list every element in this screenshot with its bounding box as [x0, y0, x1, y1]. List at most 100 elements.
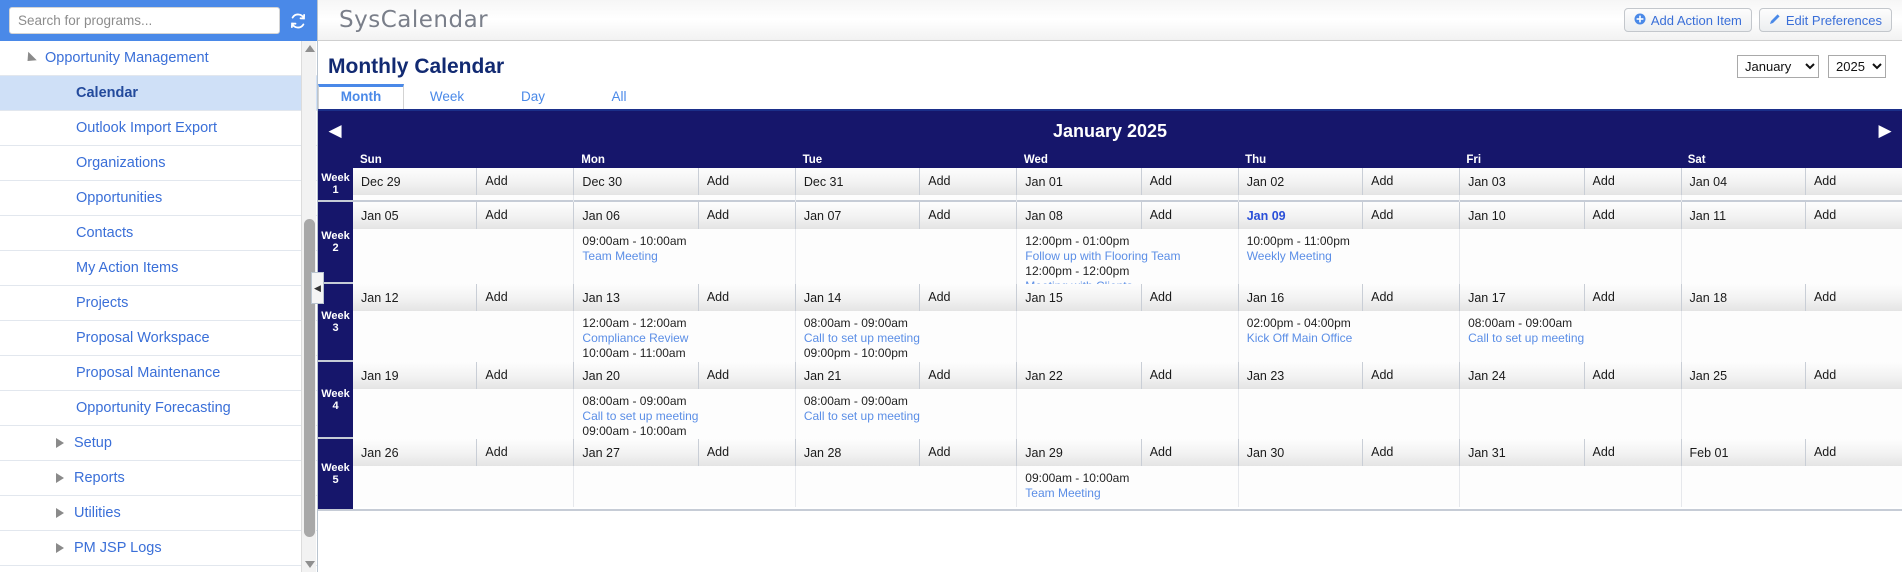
date-label[interactable]: Jan 02 [1239, 175, 1362, 189]
date-label-today[interactable]: Jan 09 [1239, 209, 1362, 223]
sidebar-item-setup[interactable]: Setup [0, 426, 317, 461]
add-event-link[interactable]: Add [1804, 439, 1902, 466]
sidebar-item-my-action-items[interactable]: My Action Items [0, 251, 317, 286]
date-label[interactable]: Jan 04 [1682, 175, 1805, 189]
sidebar-item-utilities[interactable]: Utilities [0, 496, 317, 531]
event-title-link[interactable]: Team Meeting [1025, 486, 1231, 501]
sidebar-item-opportunity-management[interactable]: Opportunity Management [0, 41, 317, 76]
add-event-link[interactable]: Add [476, 362, 573, 389]
edit-preferences-button[interactable]: Edit Preferences [1758, 8, 1892, 32]
date-label[interactable]: Jan 07 [796, 209, 919, 223]
add-event-link[interactable]: Add [1362, 168, 1459, 195]
add-event-link[interactable]: Add [1583, 439, 1681, 466]
sidebar-item-calendar[interactable]: Calendar [0, 76, 317, 111]
date-label[interactable]: Jan 24 [1460, 369, 1583, 383]
add-event-link[interactable]: Add [697, 202, 795, 229]
add-event-link[interactable]: Add [919, 168, 1016, 195]
add-event-link[interactable]: Add [1362, 202, 1459, 229]
date-label[interactable]: Jan 26 [353, 446, 476, 460]
date-label[interactable]: Dec 30 [574, 175, 697, 189]
date-label[interactable]: Feb 01 [1682, 446, 1805, 460]
scroll-down-arrow-icon[interactable] [302, 557, 317, 572]
date-label[interactable]: Jan 30 [1239, 446, 1362, 460]
add-event-link[interactable]: Add [1140, 284, 1238, 311]
sidebar-item-proposal-maintenance[interactable]: Proposal Maintenance [0, 356, 317, 391]
event-title-link[interactable]: Compliance Review [582, 331, 788, 346]
date-label[interactable]: Jan 20 [574, 369, 697, 383]
search-input[interactable] [9, 7, 280, 34]
date-label[interactable]: Jan 01 [1017, 175, 1140, 189]
date-label[interactable]: Dec 31 [796, 175, 919, 189]
date-label[interactable]: Jan 13 [574, 291, 697, 305]
event-title-link[interactable]: Call to set up meeting [804, 409, 1010, 424]
date-label[interactable]: Jan 16 [1239, 291, 1362, 305]
prev-month-arrow-icon[interactable]: ◀ [318, 121, 352, 141]
sidebar-item-opportunities[interactable]: Opportunities [0, 181, 317, 216]
date-label[interactable]: Dec 29 [353, 175, 476, 189]
event-title-link[interactable]: Call to set up meeting [804, 331, 1010, 346]
date-label[interactable]: Jan 22 [1017, 369, 1140, 383]
date-label[interactable]: Jan 21 [796, 369, 919, 383]
tab-day[interactable]: Day [490, 86, 576, 109]
add-event-link[interactable]: Add [697, 284, 795, 311]
date-label[interactable]: Jan 11 [1682, 209, 1805, 223]
date-label[interactable]: Jan 15 [1017, 291, 1140, 305]
add-event-link[interactable]: Add [1804, 168, 1902, 195]
date-label[interactable]: Jan 06 [574, 209, 697, 223]
date-label[interactable]: Jan 29 [1017, 446, 1140, 460]
date-label[interactable]: Jan 27 [574, 446, 697, 460]
sidebar-item-outlook-import-export[interactable]: Outlook Import Export [0, 111, 317, 146]
add-event-link[interactable]: Add [1804, 362, 1902, 389]
add-action-item-button[interactable]: Add Action Item [1623, 8, 1752, 32]
event-title-link[interactable]: Weekly Meeting [1247, 249, 1453, 264]
event-title-link[interactable]: Call to set up meeting [582, 409, 788, 424]
sidebar-item-opportunity-forecasting[interactable]: Opportunity Forecasting [0, 391, 317, 426]
add-event-link[interactable]: Add [476, 202, 573, 229]
add-event-link[interactable]: Add [1140, 362, 1238, 389]
scrollbar-thumb[interactable] [304, 219, 315, 537]
add-event-link[interactable]: Add [476, 439, 573, 466]
date-label[interactable]: Jan 25 [1682, 369, 1805, 383]
year-select[interactable]: 20232024202520262027 [1828, 55, 1886, 78]
add-event-link[interactable]: Add [697, 439, 795, 466]
sidebar-item-projects[interactable]: Projects [0, 286, 317, 321]
caret-right-icon[interactable] [56, 543, 64, 553]
event-title-link[interactable]: Call to set up meeting [1468, 331, 1674, 346]
date-label[interactable]: Jan 08 [1017, 209, 1140, 223]
date-label[interactable]: Jan 17 [1460, 291, 1583, 305]
sidebar-item-organizations[interactable]: Organizations [0, 146, 317, 181]
date-label[interactable]: Jan 10 [1460, 209, 1583, 223]
add-event-link[interactable]: Add [476, 284, 573, 311]
date-label[interactable]: Jan 31 [1460, 446, 1583, 460]
date-label[interactable]: Jan 12 [353, 291, 476, 305]
event-title-link[interactable]: Team Meeting [582, 249, 788, 264]
add-event-link[interactable]: Add [1583, 284, 1681, 311]
add-event-link[interactable]: Add [1140, 168, 1238, 195]
add-event-link[interactable]: Add [1804, 202, 1902, 229]
date-label[interactable]: Jan 03 [1460, 175, 1583, 189]
add-event-link[interactable]: Add [919, 439, 1016, 466]
date-label[interactable]: Jan 14 [796, 291, 919, 305]
add-event-link[interactable]: Add [919, 284, 1016, 311]
scroll-up-arrow-icon[interactable] [302, 41, 317, 56]
add-event-link[interactable]: Add [919, 202, 1016, 229]
add-event-link[interactable]: Add [1804, 284, 1902, 311]
month-select[interactable]: JanuaryFebruaryMarchAprilMayJuneJulyAugu… [1737, 55, 1819, 78]
caret-right-icon[interactable] [56, 473, 64, 483]
date-label[interactable]: Jan 19 [353, 369, 476, 383]
event-title-link[interactable]: Follow up with Flooring Team [1025, 249, 1231, 264]
sidebar-item-reports[interactable]: Reports [0, 461, 317, 496]
add-event-link[interactable]: Add [1140, 439, 1238, 466]
add-event-link[interactable]: Add [1583, 362, 1681, 389]
tab-month[interactable]: Month [318, 84, 404, 109]
sidebar-item-pm-jsp-logs[interactable]: PM JSP Logs [0, 531, 317, 566]
add-event-link[interactable]: Add [1362, 284, 1459, 311]
date-label[interactable]: Jan 18 [1682, 291, 1805, 305]
caret-right-icon[interactable] [56, 438, 64, 448]
sidebar-scrollbar[interactable] [301, 41, 316, 572]
event-title-link[interactable]: Kick Off Main Office [1247, 331, 1453, 346]
caret-down-icon[interactable] [23, 51, 37, 65]
add-event-link[interactable]: Add [1362, 439, 1459, 466]
add-event-link[interactable]: Add [697, 362, 795, 389]
tab-week[interactable]: Week [404, 86, 490, 109]
